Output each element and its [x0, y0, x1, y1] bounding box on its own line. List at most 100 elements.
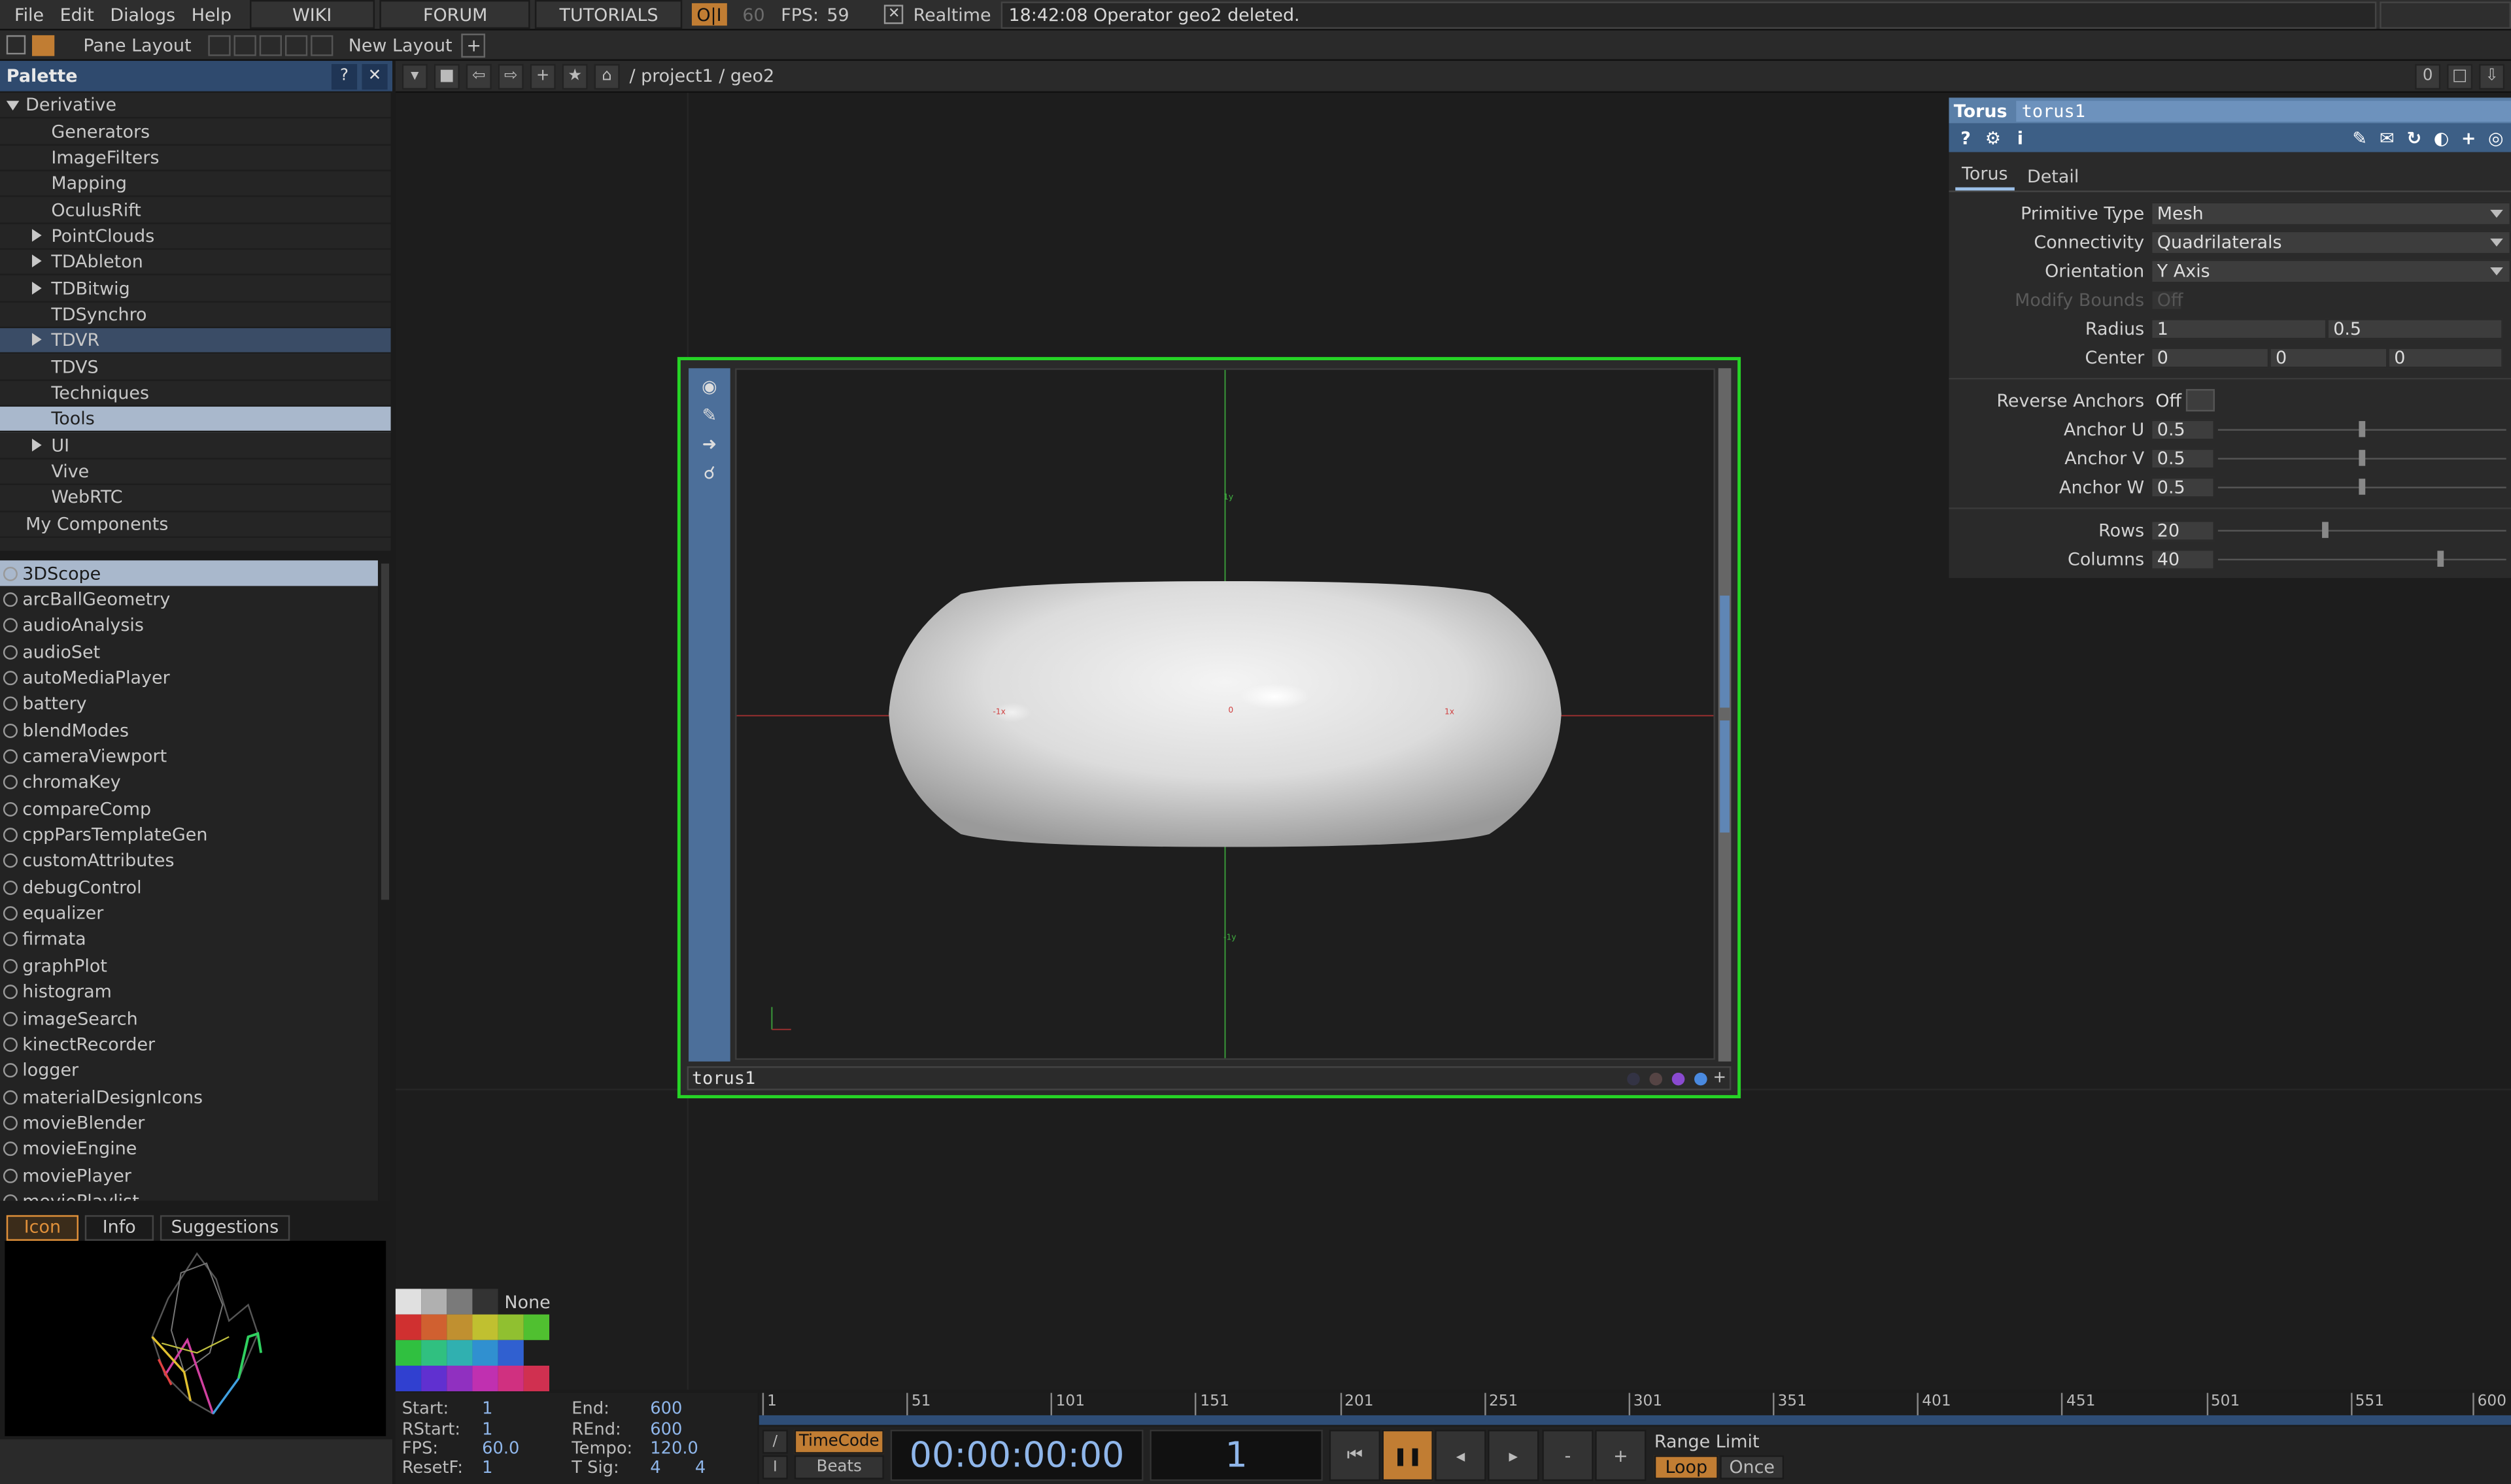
increment-button[interactable]: +: [1595, 1429, 1647, 1481]
lock-flag-icon[interactable]: [1648, 1071, 1662, 1085]
slider-knob[interactable]: [2436, 550, 2444, 567]
component-item[interactable]: cppParsTemplateGen: [0, 822, 378, 848]
tab-suggestions[interactable]: Suggestions: [160, 1214, 290, 1240]
slash-toggle[interactable]: /: [762, 1429, 788, 1454]
step-forward-button[interactable]: ▸: [1488, 1429, 1539, 1481]
wiki-button[interactable]: WIKI: [249, 0, 375, 29]
timecode-display[interactable]: 00:00:00:00: [890, 1429, 1144, 1481]
component-item[interactable]: audioSet: [0, 639, 378, 665]
slider-knob[interactable]: [2359, 421, 2366, 437]
color-swatch[interactable]: [395, 1314, 422, 1340]
component-item[interactable]: compareComp: [0, 796, 378, 822]
home-icon[interactable]: ⌂: [594, 63, 620, 89]
back-icon[interactable]: ⇦: [466, 63, 492, 89]
end-value[interactable]: 600: [650, 1399, 682, 1418]
component-item[interactable]: kinectRecorder: [0, 1032, 378, 1058]
component-item[interactable]: blendModes: [0, 717, 378, 743]
palette-tree-item[interactable]: TDSynchro: [0, 302, 391, 329]
color-swatch[interactable]: [421, 1289, 447, 1315]
step-back-button[interactable]: ◂: [1435, 1429, 1486, 1481]
component-item[interactable]: histogram: [0, 979, 378, 1005]
color-swatch[interactable]: [421, 1314, 447, 1340]
timecode-toggle[interactable]: TimeCode: [794, 1429, 884, 1454]
reverse-anchors-toggle[interactable]: [2185, 389, 2215, 412]
target-icon[interactable]: ◎: [2485, 127, 2506, 148]
pane-layout-4[interactable]: [284, 34, 307, 56]
tab-detail[interactable]: Detail: [2021, 161, 2085, 190]
perform-mode-badge[interactable]: O|I: [692, 3, 726, 26]
bypass-icon[interactable]: ☌: [698, 461, 721, 483]
color-swatch[interactable]: [395, 1365, 422, 1392]
component-item[interactable]: imageSearch: [0, 1005, 378, 1032]
color-swatch[interactable]: [447, 1314, 473, 1340]
rstart-value[interactable]: 1: [482, 1420, 492, 1439]
color-swatch[interactable]: [447, 1340, 473, 1366]
op-name-field[interactable]: torus1: [2017, 100, 2511, 121]
anchor-v-field[interactable]: 0.5: [2151, 447, 2215, 469]
panel-icon[interactable]: [31, 34, 55, 56]
rewind-button[interactable]: ⏮: [1329, 1429, 1381, 1481]
stop-icon[interactable]: ■: [434, 63, 460, 89]
refresh-icon[interactable]: ↻: [2404, 127, 2425, 148]
palette-tree-item[interactable]: OculusRift: [0, 197, 391, 224]
realtime-checkbox[interactable]: ✕: [884, 5, 904, 24]
forum-button[interactable]: FORUM: [379, 0, 531, 29]
color-swatch[interactable]: [395, 1340, 422, 1366]
component-item[interactable]: movieBlender: [0, 1110, 378, 1136]
i-toggle[interactable]: I: [762, 1455, 788, 1479]
help-icon[interactable]: ?: [1955, 127, 1976, 148]
color-swatch[interactable]: [523, 1365, 550, 1392]
fps-value[interactable]: 60.0: [482, 1440, 519, 1459]
tempo-value[interactable]: 120.0: [650, 1440, 698, 1459]
add-icon[interactable]: +: [530, 63, 556, 89]
output-arrow-icon[interactable]: ➜: [698, 432, 721, 454]
add-layout-icon[interactable]: +: [462, 33, 487, 57]
color-swatch[interactable]: [523, 1314, 550, 1340]
edit-icon[interactable]: ✎: [2349, 127, 2370, 148]
pane-layout-1[interactable]: [207, 34, 230, 56]
display-flag-icon[interactable]: [1694, 1071, 1707, 1085]
palette-tree-item[interactable]: Tools: [0, 407, 391, 433]
component-item[interactable]: moviePlayer: [0, 1162, 378, 1189]
menu-help[interactable]: Help: [183, 4, 239, 25]
rend-value[interactable]: 600: [650, 1420, 682, 1439]
dropdown-icon[interactable]: ▾: [401, 63, 428, 89]
component-item[interactable]: battery: [0, 691, 378, 717]
palette-tree-item[interactable]: ImageFilters: [0, 145, 391, 172]
timeline-range-bar[interactable]: [759, 1415, 2511, 1425]
python-help-icon[interactable]: ⚙: [1983, 127, 2004, 148]
slider-knob[interactable]: [2359, 479, 2366, 495]
menu-file[interactable]: File: [7, 4, 52, 25]
expand-arrow-icon[interactable]: [31, 435, 51, 456]
palette-tree-item[interactable]: Derivative: [0, 93, 391, 120]
info-icon[interactable]: i: [2009, 127, 2030, 148]
palette-tree-item[interactable]: TDVR: [0, 328, 391, 355]
new-layout-label[interactable]: New Layout: [349, 35, 453, 56]
component-item[interactable]: materialDesignIcons: [0, 1084, 378, 1110]
orientation-dropdown[interactable]: Y Axis: [2151, 258, 2511, 283]
tab-icon[interactable]: Icon: [6, 1214, 79, 1240]
component-item[interactable]: logger: [0, 1058, 378, 1084]
expand-arrow-icon[interactable]: [31, 330, 51, 351]
primitive-type-dropdown[interactable]: Mesh: [2151, 201, 2511, 226]
expand-arrow-icon[interactable]: [31, 252, 51, 273]
pane-layout-5[interactable]: [309, 34, 333, 56]
component-item[interactable]: moviePlaylist: [0, 1189, 378, 1201]
component-item[interactable]: movieEngine: [0, 1136, 378, 1162]
component-item[interactable]: arcBallGeometry: [0, 586, 378, 613]
tab-info[interactable]: Info: [84, 1214, 154, 1240]
pane-layout-2[interactable]: [233, 34, 256, 56]
color-swatch[interactable]: [498, 1314, 524, 1340]
anchor-u-field[interactable]: 0.5: [2151, 418, 2215, 440]
component-item[interactable]: customAttributes: [0, 848, 378, 874]
pane-layout-3[interactable]: [258, 34, 281, 56]
center-x-field[interactable]: 0: [2151, 346, 2270, 368]
color-swatch[interactable]: [447, 1365, 473, 1392]
network-icon[interactable]: [6, 35, 26, 55]
component-item[interactable]: graphPlot: [0, 953, 378, 979]
rows-field[interactable]: 20: [2151, 519, 2215, 541]
expand-arrow-icon[interactable]: [31, 278, 51, 299]
node-viewer[interactable]: -1x 0 1x 1y -1y: [735, 368, 1715, 1060]
color-swatch[interactable]: [447, 1289, 473, 1315]
menu-dialogs[interactable]: Dialogs: [102, 4, 183, 25]
